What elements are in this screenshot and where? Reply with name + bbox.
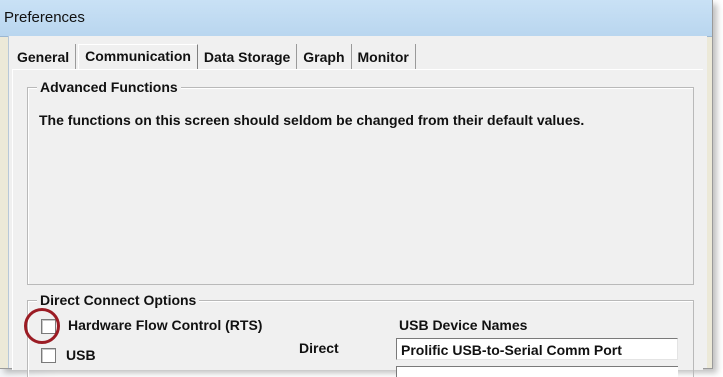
usb-label[interactable]: USB [66,347,96,363]
usb-checkbox[interactable] [41,348,56,363]
usb-device-name-field-2[interactable] [396,366,678,377]
tab-monitor[interactable]: Monitor [352,44,416,69]
tab-general[interactable]: General [12,44,77,69]
tab-strip: General Communication Data Storage Graph… [12,43,416,70]
hardware-flow-control-label[interactable]: Hardware Flow Control (RTS) [68,317,262,333]
screenshot-stage: Preferences General Communication Data S… [0,0,723,377]
tab-graph[interactable]: Graph [297,44,352,69]
advanced-functions-description: The functions on this screen should seld… [39,112,585,128]
advanced-functions-legend: Advanced Functions [37,79,181,95]
tab-communication[interactable]: Communication [78,44,198,70]
highlight-circle-annotation [24,308,60,344]
usb-device-names-label: USB Device Names [399,317,528,333]
usb-device-name-field[interactable]: Prolific USB-to-Serial Comm Port [396,338,678,360]
tab-data-storage[interactable]: Data Storage [198,44,298,69]
title-bar[interactable]: Preferences [0,0,712,37]
direct-connect-options-legend: Direct Connect Options [37,292,200,308]
window-title: Preferences [4,9,85,26]
direct-label: Direct [299,340,339,356]
